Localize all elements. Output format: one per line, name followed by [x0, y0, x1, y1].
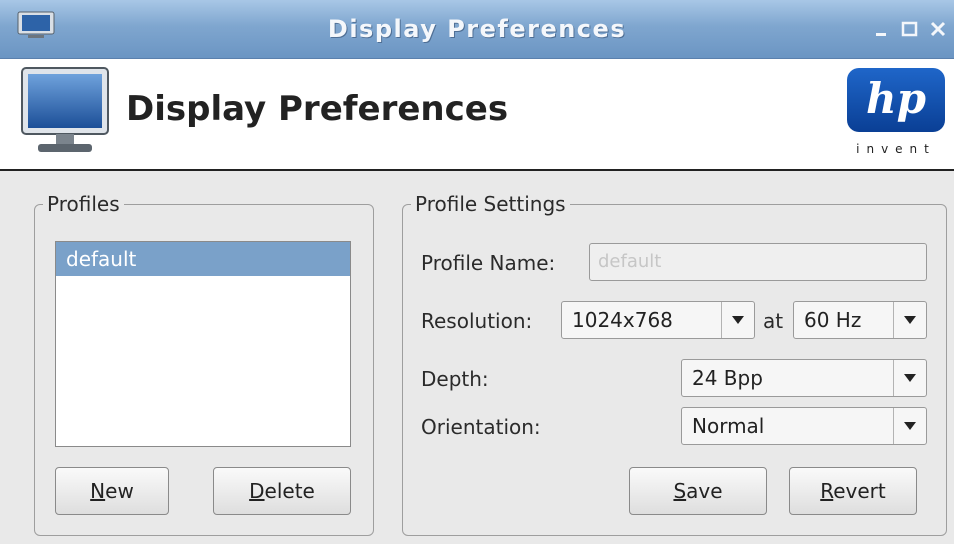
profiles-group: Profiles default New Delete [34, 192, 374, 536]
resolution-value: 1024x768 [572, 308, 673, 332]
new-button-label: ew [105, 479, 134, 503]
profiles-list[interactable]: default [55, 241, 351, 447]
hp-logo-mark: hp [847, 68, 945, 132]
at-label: at [763, 309, 784, 333]
list-item[interactable]: default [56, 242, 350, 276]
revert-button[interactable]: Revert [789, 467, 917, 515]
chevron-down-icon[interactable] [721, 302, 754, 338]
new-button-mnemonic: N [90, 479, 106, 503]
orientation-value: Normal [692, 414, 765, 438]
revert-button-label: evert [833, 479, 886, 503]
revert-button-mnemonic: R [820, 479, 834, 503]
refresh-rate-select[interactable]: 60 Hz [793, 301, 927, 339]
delete-button-label: elete [264, 479, 315, 503]
new-button[interactable]: New [55, 467, 169, 515]
chevron-down-icon[interactable] [893, 408, 926, 444]
hp-logo: hp invent [846, 68, 946, 164]
delete-button[interactable]: Delete [213, 467, 351, 515]
page-title: Display Preferences [126, 89, 509, 129]
profile-name-label: Profile Name: [421, 251, 556, 275]
header-banner: Display Preferences hp invent [0, 59, 954, 171]
title-bar[interactable]: Display Preferences [0, 0, 954, 59]
profile-name-field[interactable]: default [589, 243, 927, 281]
save-button-mnemonic: S [673, 479, 687, 503]
refresh-rate-value: 60 Hz [804, 308, 862, 332]
profile-settings-group: Profile Settings Profile Name: default R… [402, 192, 947, 536]
resolution-label: Resolution: [421, 309, 533, 333]
close-icon[interactable] [927, 16, 949, 42]
depth-label: Depth: [421, 367, 489, 391]
depth-select[interactable]: 24 Bpp [681, 359, 927, 397]
save-button[interactable]: Save [629, 467, 767, 515]
display-monitor-icon [20, 66, 112, 156]
maximize-icon[interactable] [899, 16, 921, 42]
delete-button-mnemonic: D [249, 479, 265, 503]
chevron-down-icon[interactable] [893, 360, 926, 396]
hp-logo-tagline: invent [856, 142, 936, 156]
window-title: Display Preferences [327, 15, 627, 43]
profile-settings-legend: Profile Settings [411, 192, 570, 216]
profiles-legend: Profiles [43, 192, 124, 216]
orientation-select[interactable]: Normal [681, 407, 927, 445]
resolution-select[interactable]: 1024x768 [561, 301, 755, 339]
depth-value: 24 Bpp [692, 366, 763, 390]
orientation-label: Orientation: [421, 415, 541, 439]
minimize-icon[interactable] [871, 16, 893, 42]
save-button-label: ave [686, 479, 723, 503]
chevron-down-icon[interactable] [893, 302, 926, 338]
